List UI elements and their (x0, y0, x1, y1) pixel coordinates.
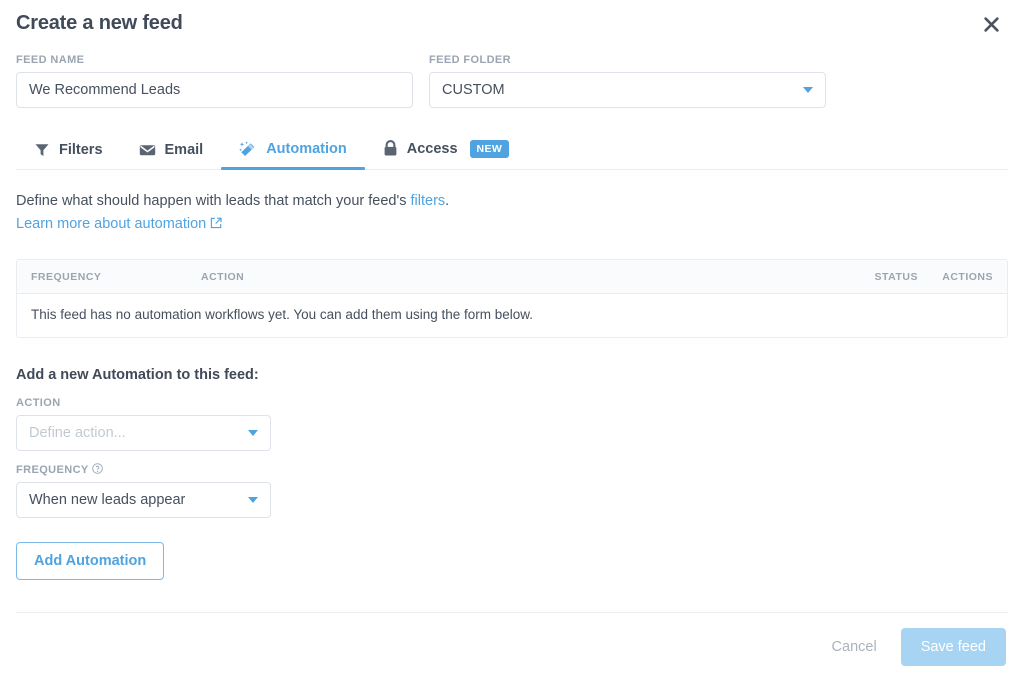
add-automation-title: Add a new Automation to this feed: (16, 367, 259, 383)
tab-automation[interactable]: Automation (221, 141, 365, 170)
column-header-actions: ACTIONS (942, 270, 993, 283)
lock-icon (383, 140, 398, 157)
frequency-select[interactable]: When new leads appear (16, 482, 271, 518)
question-circle-icon[interactable] (91, 463, 103, 474)
frequency-label: FREQUENCY (16, 463, 271, 476)
frequency-field: FREQUENCY When new leads appear (16, 463, 271, 518)
feed-name-input[interactable]: We Recommend Leads (16, 72, 413, 108)
funnel-icon (34, 142, 50, 158)
tab-access-label: Access (406, 140, 458, 157)
action-field: ACTION Define action... (16, 397, 271, 451)
filters-link[interactable]: filters (411, 193, 446, 209)
empty-state-message: This feed has no automation workflows ye… (31, 307, 534, 322)
chevron-down-icon (248, 430, 258, 436)
modal-header: Create a new feed (16, 0, 1008, 37)
feed-folder-value: CUSTOM (442, 82, 505, 98)
close-icon[interactable] (978, 11, 1004, 37)
tab-access[interactable]: Access NEW (365, 139, 528, 169)
tab-automation-label: Automation (266, 141, 347, 158)
chevron-down-icon (803, 87, 813, 93)
intro-text-after: . (445, 193, 450, 209)
action-value: Define action... (29, 425, 126, 441)
tab-email[interactable]: Email (121, 142, 222, 169)
cancel-button[interactable]: Cancel (816, 631, 893, 663)
status-badge: NEW (469, 139, 510, 158)
frequency-value: When new leads appear (29, 492, 186, 508)
feed-folder-select[interactable]: CUSTOM (429, 72, 826, 108)
feed-meta-fields: FEED NAME We Recommend Leads FEED FOLDER… (16, 54, 1008, 108)
tab-email-label: Email (164, 141, 204, 158)
save-feed-button[interactable]: Save feed (900, 627, 1006, 666)
intro-text-before: Define what should happen with leads tha… (16, 193, 411, 209)
feed-tabs: Filters Email Automation Access NEW (16, 132, 1008, 170)
automation-table-header: FREQUENCY ACTION STATUS ACTIONS (17, 260, 1007, 294)
modal-footer: Cancel Save feed (16, 612, 1008, 680)
tab-filters[interactable]: Filters (16, 142, 121, 169)
feed-folder-field: FEED FOLDER CUSTOM (429, 54, 826, 108)
feed-name-field: FEED NAME We Recommend Leads (16, 54, 413, 108)
chevron-down-icon (248, 497, 258, 503)
action-select[interactable]: Define action... (16, 415, 271, 451)
action-label: ACTION (16, 397, 61, 409)
automation-table: FREQUENCY ACTION STATUS ACTIONS This fee… (16, 259, 1008, 338)
column-header-action: ACTION (201, 270, 245, 283)
learn-more-link[interactable]: Learn more about automation (16, 216, 206, 232)
column-header-status: STATUS (874, 270, 918, 283)
feed-name-label: FEED NAME (16, 54, 85, 66)
tab-filters-label: Filters (59, 141, 103, 158)
add-automation-button[interactable]: Add Automation (16, 542, 165, 580)
create-feed-modal: Create a new feed FEED NAME We Recommend… (0, 0, 1024, 680)
envelope-icon (139, 142, 156, 158)
external-link-icon (210, 215, 222, 236)
automation-intro: Define what should happen with leads tha… (16, 191, 1008, 236)
page-title: Create a new feed (16, 12, 183, 34)
frequency-label-text: FREQUENCY (16, 464, 89, 476)
column-header-frequency: FREQUENCY (31, 270, 102, 283)
magic-wand-icon (239, 141, 257, 158)
feed-folder-label: FEED FOLDER (429, 54, 512, 66)
